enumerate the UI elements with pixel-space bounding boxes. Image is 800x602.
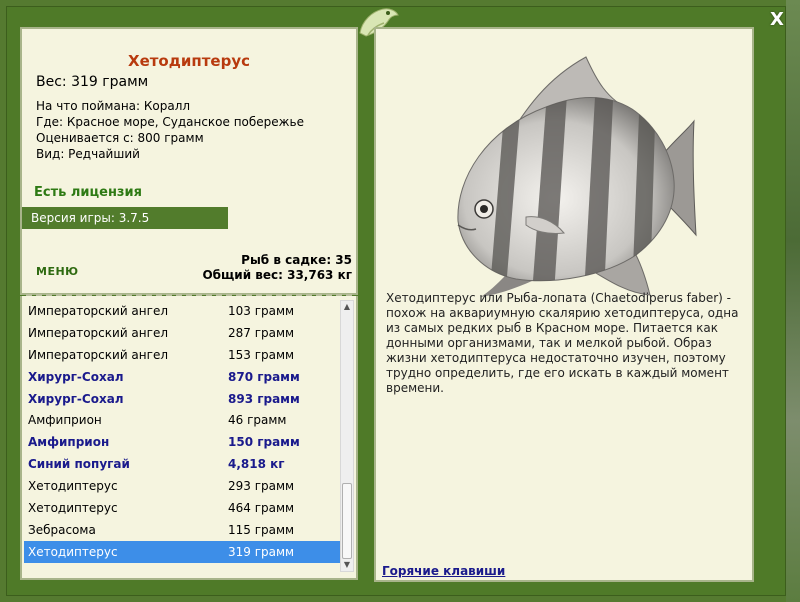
- list-item[interactable]: Хирург-Сохал 893 грамм: [24, 388, 342, 410]
- scroll-down-icon[interactable]: ▼: [341, 559, 353, 571]
- list-item[interactable]: Амфиприон 150 грамм: [24, 431, 342, 453]
- list-item-weight: 464 грамм: [228, 501, 295, 516]
- list-item-weight: 870 грамм: [228, 369, 300, 384]
- cage-fish-count: Рыб в садке: 35: [241, 253, 352, 267]
- list-item[interactable]: Зебрасома 115 грамм: [24, 519, 342, 541]
- list-item-weight: 153 грамм: [228, 347, 295, 362]
- scroll-thumb[interactable]: [342, 483, 352, 559]
- fish-title: Хетодиптерус: [128, 52, 250, 70]
- list-item[interactable]: Императорский ангел 287 грамм: [24, 322, 342, 344]
- close-button[interactable]: X: [766, 10, 788, 30]
- list-item[interactable]: Амфиприон 46 грамм: [24, 409, 342, 431]
- fish-caught-on: На что поймана: Коралл: [36, 99, 191, 113]
- list-item-weight: 293 грамм: [228, 479, 295, 494]
- list-item-fish-name: Хетодиптерус: [28, 544, 118, 559]
- list-item[interactable]: Хетодиптерус 293 грамм: [24, 475, 342, 497]
- list-item[interactable]: Хетодиптерус 319 грамм: [24, 540, 342, 563]
- fish-kind: Вид: Редчайший: [36, 147, 140, 161]
- fish-description: Хетодиптерус или Рыба-лопата (Chaetodipe…: [386, 291, 739, 395]
- list-item-fish-name: Хирург-Сохал: [28, 391, 124, 406]
- scroll-up-icon[interactable]: ▲: [341, 301, 353, 313]
- fish-location: Где: Красное море, Суданское побережье: [36, 115, 304, 129]
- list-item[interactable]: Синий попугай 4,818 кг: [24, 453, 342, 475]
- catch-list-panel: Императорский ангел 103 грамм Императорски…: [20, 296, 358, 580]
- list-item-weight: 46 грамм: [228, 413, 287, 428]
- menu-button[interactable]: МЕНЮ: [36, 265, 79, 278]
- game-version: Версия игры: 3.7.5: [22, 207, 228, 229]
- license-status: Есть лицензия: [34, 185, 142, 200]
- list-item[interactable]: Хирург-Сохал 870 грамм: [24, 366, 342, 388]
- list-item-fish-name: Хетодиптерус: [28, 501, 118, 516]
- cage-stats: Рыб в садке: 35 Общий вес: 33,763 кг: [202, 253, 352, 283]
- fish-valued-from: Оценивается с: 800 грамм: [36, 131, 204, 145]
- list-item-fish-name: Зебрасома: [28, 522, 96, 537]
- cage-total-weight: Общий вес: 33,763 кг: [202, 268, 352, 282]
- list-item-weight: 103 грамм: [228, 304, 295, 318]
- catch-list: Императорский ангел 103 грамм Императорски…: [24, 300, 342, 563]
- list-item-fish-name: Хетодиптерус: [28, 479, 118, 494]
- list-item-fish-name: Амфиприон: [28, 435, 110, 450]
- list-item-fish-name: Синий попугай: [28, 457, 130, 472]
- list-item-fish-name: Императорский ангел: [28, 304, 168, 318]
- hotkeys-link[interactable]: Горячие клавиши: [382, 564, 505, 578]
- list-item-fish-name: Хирург-Сохал: [28, 369, 124, 384]
- fish-image: [457, 56, 697, 297]
- list-item-weight: 893 грамм: [228, 391, 300, 406]
- list-item-weight: 150 грамм: [228, 435, 300, 450]
- list-item-fish-name: Амфиприон: [28, 413, 102, 428]
- list-scrollbar[interactable]: ▲ ▼: [340, 300, 354, 572]
- list-item[interactable]: Императорский ангел 153 грамм: [24, 344, 342, 366]
- list-item-weight: 115 грамм: [228, 522, 295, 537]
- fish-detail-panel: Хетодиптерус или Рыба-лопата (Chaetodipe…: [374, 27, 754, 582]
- background-strip: [786, 0, 800, 602]
- list-item-weight: 287 грамм: [228, 325, 295, 340]
- fish-info-panel: Хетодиптерус Вес: 319 грамм На что пойма…: [20, 27, 358, 296]
- list-item[interactable]: Хетодиптерус 464 грамм: [24, 497, 342, 519]
- list-item-weight: 319 грамм: [228, 544, 295, 559]
- fish-weight: Вес: 319 грамм: [36, 74, 149, 90]
- list-item-fish-name: Императорский ангел: [28, 347, 168, 362]
- list-item-fish-name: Императорский ангел: [28, 325, 168, 340]
- list-item[interactable]: Императорский ангел 103 грамм: [24, 300, 342, 322]
- list-item-weight: 4,818 кг: [228, 457, 285, 472]
